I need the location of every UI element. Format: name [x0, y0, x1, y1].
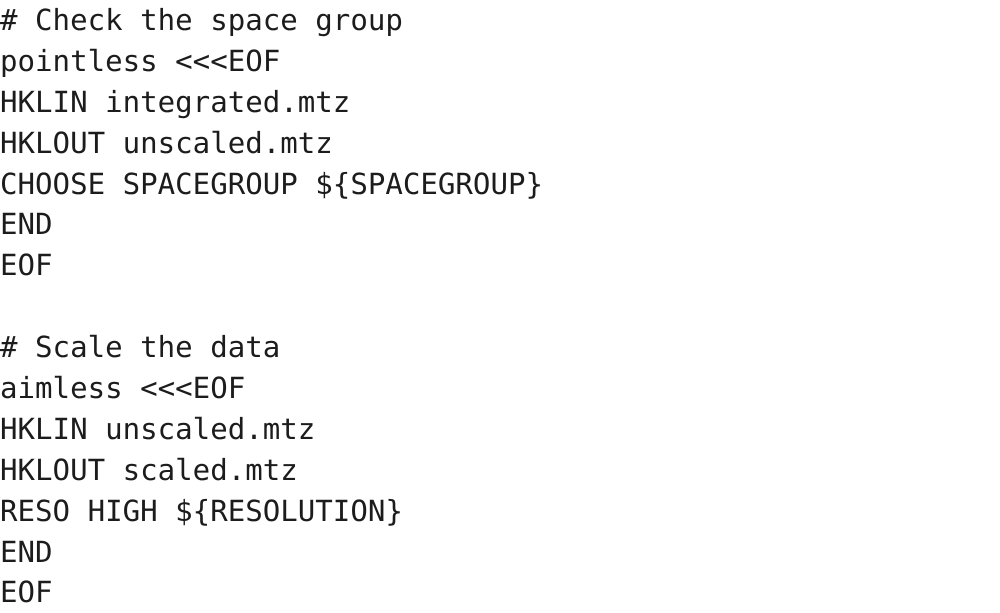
code-line: HKLIN integrated.mtz: [0, 84, 351, 119]
code-line: HKLOUT scaled.mtz: [0, 452, 298, 487]
code-line: RESO HIGH ${RESOLUTION}: [0, 493, 403, 528]
code-line: END: [0, 207, 53, 242]
code-block: # Check the space group pointless <<<EOF H…: [0, 0, 1000, 613]
code-line: EOF: [0, 248, 53, 283]
code-line: HKLOUT unscaled.mtz: [0, 125, 333, 160]
code-line: # Check the space group: [0, 3, 403, 37]
code-line: HKLIN unscaled.mtz: [0, 411, 316, 446]
code-line: pointless <<<EOF: [0, 43, 281, 78]
code-line: # Scale the data: [0, 330, 281, 365]
code-line: END: [0, 534, 53, 569]
code-line: CHOOSE SPACEGROUP ${SPACEGROUP}: [0, 166, 543, 201]
code-line: aimless <<<EOF: [0, 371, 246, 406]
code-line: EOF: [0, 575, 53, 610]
